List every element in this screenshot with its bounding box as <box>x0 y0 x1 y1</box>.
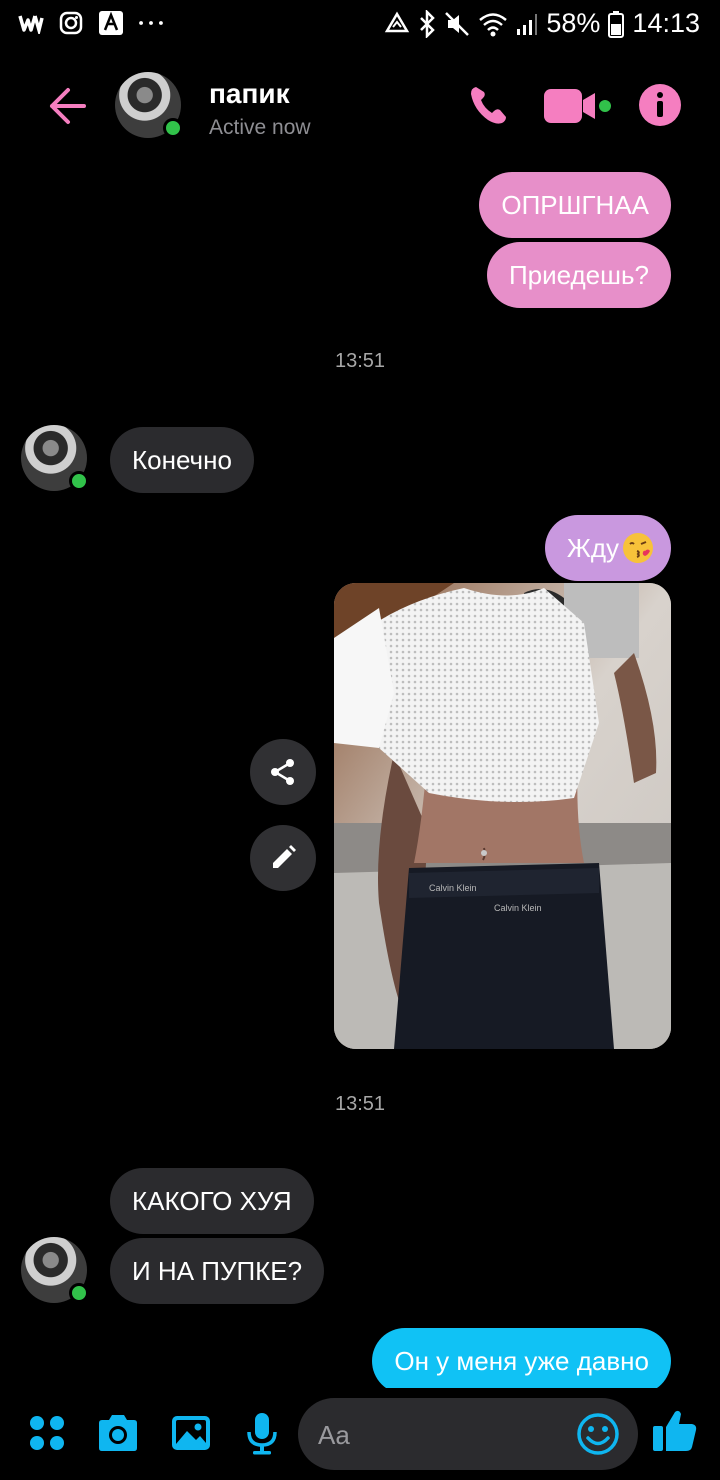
chat-header: папик Active now <box>0 60 720 150</box>
edit-button[interactable] <box>250 825 316 891</box>
mute-icon <box>445 11 470 36</box>
message-input[interactable]: Aa <box>298 1398 638 1470</box>
back-arrow-icon[interactable] <box>44 84 88 128</box>
contact-name[interactable]: папик <box>209 78 290 110</box>
bluetooth-icon <box>420 9 436 38</box>
message-clip: Он у меня уже давно <box>0 1320 720 1388</box>
battery-percent: 58% <box>546 8 601 38</box>
phone-call-icon[interactable] <box>466 82 512 128</box>
video-call-icon[interactable] <box>543 86 615 126</box>
online-indicator <box>69 471 89 491</box>
message-outgoing[interactable]: ОПРШГНАА <box>479 172 671 238</box>
pencil-icon <box>273 845 296 868</box>
message-incoming[interactable]: Конечно <box>110 427 254 493</box>
message-composer: Aa <box>0 1390 720 1480</box>
thumbs-up-icon[interactable] <box>651 1406 699 1454</box>
status-bar: 58% 14:13 <box>0 0 720 52</box>
emoji-icon[interactable] <box>576 1412 620 1456</box>
timestamp: 13:51 <box>334 350 386 372</box>
share-icon <box>271 759 294 785</box>
kiss-emoji-icon <box>623 533 653 563</box>
app-icon <box>98 10 124 36</box>
svg-text:Calvin Klein: Calvin Klein <box>429 883 477 893</box>
clock: 14:13 <box>632 8 700 38</box>
sender-avatar[interactable] <box>21 425 89 491</box>
wifi-icon <box>479 12 508 36</box>
online-indicator <box>69 1283 89 1303</box>
message-incoming[interactable]: КАКОГО ХУЯ <box>110 1168 314 1234</box>
message-outgoing[interactable]: Приедешь? <box>486 242 671 308</box>
gallery-icon[interactable] <box>168 1410 214 1456</box>
contact-status: Active now <box>209 116 311 139</box>
message-input-placeholder: Aa <box>318 1420 350 1450</box>
photo-image: Calvin Klein Calvin Klein <box>334 583 671 1049</box>
message-outgoing[interactable]: Он у меня уже давно <box>372 1328 671 1388</box>
data-saver-icon <box>385 11 410 32</box>
sender-avatar[interactable] <box>21 1237 89 1303</box>
message-outgoing[interactable]: Жду <box>544 515 671 581</box>
info-icon[interactable] <box>638 83 682 127</box>
timestamp: 13:51 <box>334 1093 386 1115</box>
svg-text:Calvin Klein: Calvin Klein <box>494 903 542 913</box>
more-notifications-icon <box>138 10 164 36</box>
message-text: Жду <box>566 532 619 563</box>
microphone-icon[interactable] <box>239 1410 285 1456</box>
more-actions-icon[interactable] <box>24 1410 70 1456</box>
camera-icon[interactable] <box>95 1410 141 1456</box>
signal-icon <box>517 13 538 35</box>
wattpad-icon <box>18 10 44 36</box>
online-indicator <box>163 118 183 138</box>
instagram-icon <box>58 10 84 36</box>
message-incoming[interactable]: И НА ПУПКЕ? <box>110 1238 325 1304</box>
share-button[interactable] <box>250 739 316 805</box>
battery-icon <box>608 10 625 38</box>
shared-photo[interactable]: Calvin Klein Calvin Klein <box>334 583 671 1049</box>
contact-avatar[interactable] <box>115 72 183 138</box>
